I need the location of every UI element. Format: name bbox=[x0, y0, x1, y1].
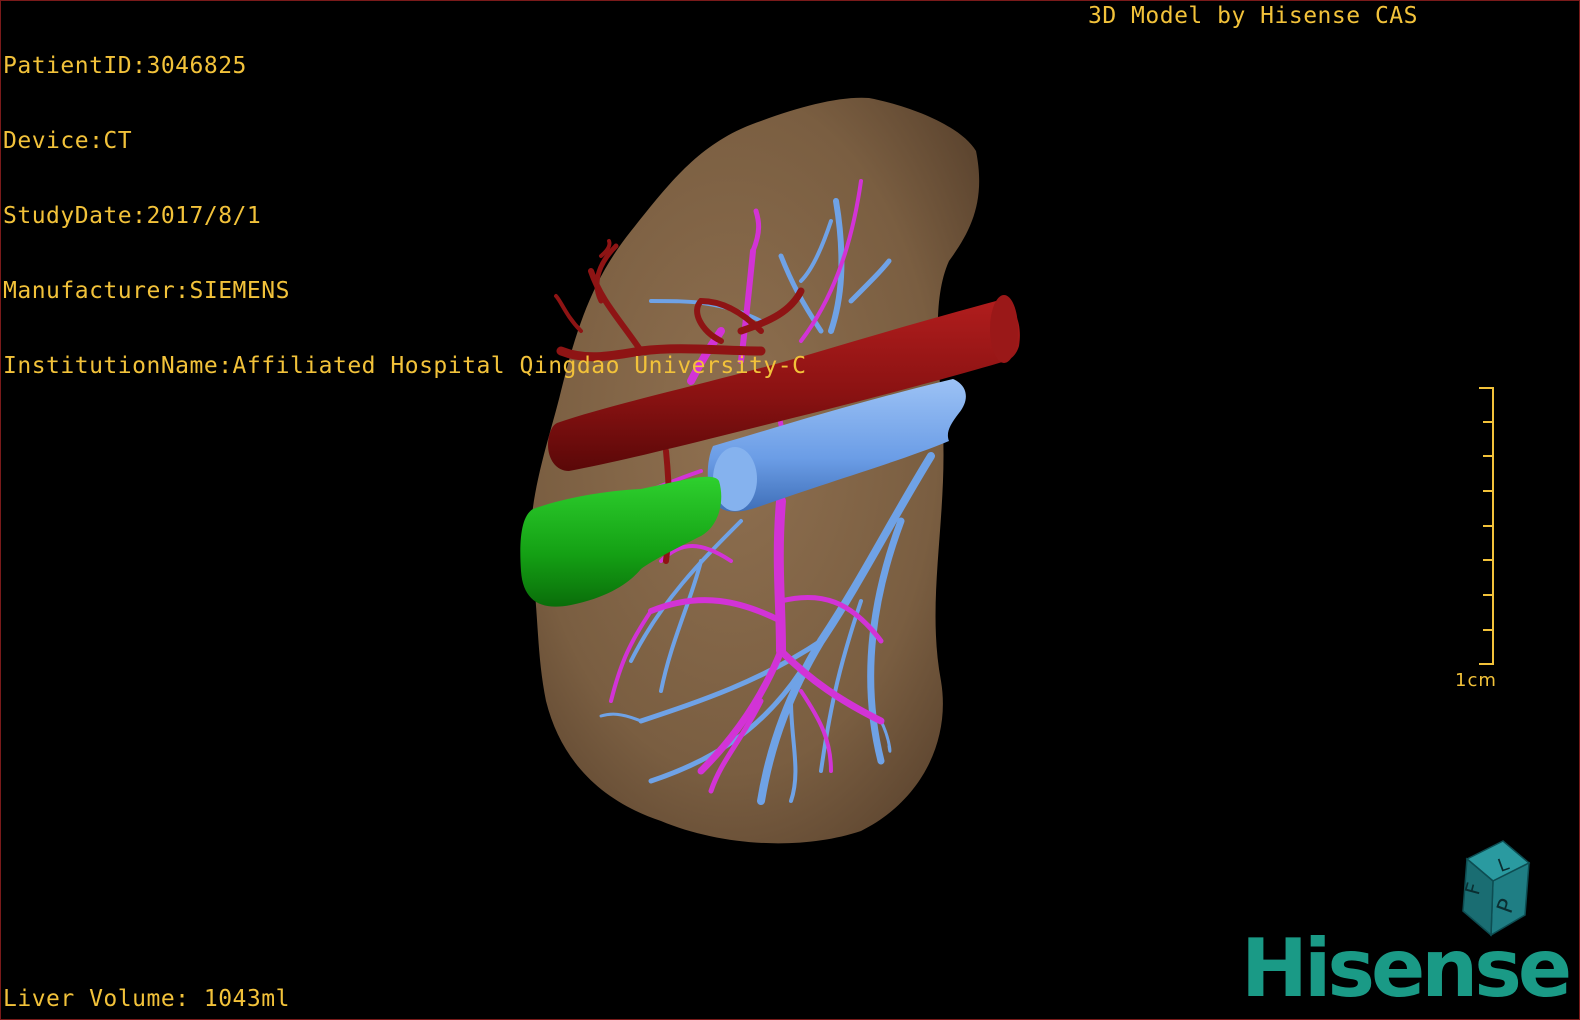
scale-label: 1cm bbox=[1455, 670, 1497, 691]
patient-id-label: PatientID:3046825 bbox=[3, 53, 247, 79]
aorta-end bbox=[990, 295, 1018, 363]
scale-bar bbox=[1479, 387, 1494, 665]
institution-label: InstitutionName:Affiliated Hospital Qing… bbox=[3, 353, 807, 379]
manufacturer-label: Manufacturer:SIEMENS bbox=[3, 278, 290, 304]
liver-volume-label: Liver Volume: 1043ml bbox=[3, 986, 290, 1012]
hisense-logo: Hisense bbox=[1241, 922, 1572, 1015]
3d-viewport[interactable]: PatientID:3046825 Device:CT StudyDate:20… bbox=[0, 0, 1580, 1020]
model-credit-label: 3D Model by Hisense CAS bbox=[1088, 3, 1418, 29]
study-date-label: StudyDate:2017/8/1 bbox=[3, 203, 262, 229]
patient-info-overlay: PatientID:3046825 Device:CT StudyDate:20… bbox=[3, 4, 806, 429]
device-label: Device:CT bbox=[3, 128, 133, 154]
